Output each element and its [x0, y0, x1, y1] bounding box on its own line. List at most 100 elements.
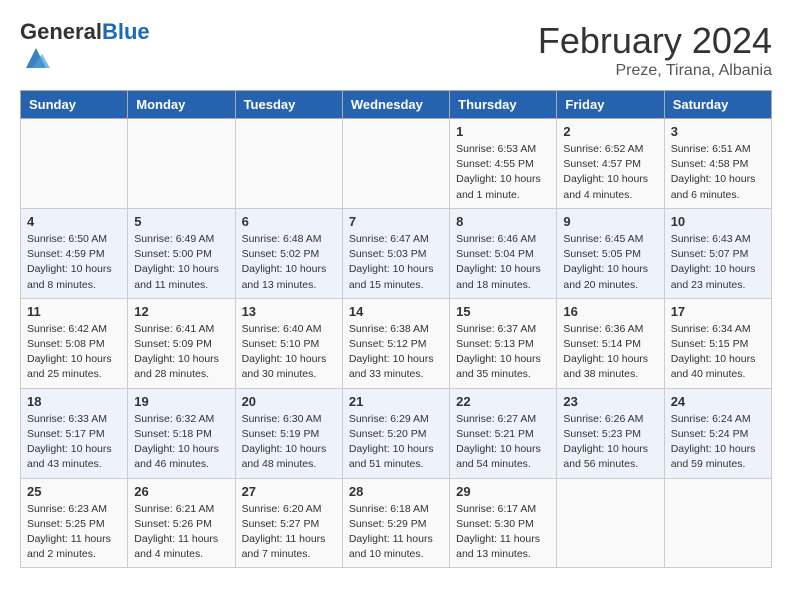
calendar-cell: 14 Sunrise: 6:38 AM Sunset: 5:12 PM Dayli… — [342, 298, 449, 388]
day-info: Sunrise: 6:32 AM Sunset: 5:18 PM Dayligh… — [134, 412, 228, 473]
day-info: Sunrise: 6:20 AM Sunset: 5:27 PM Dayligh… — [242, 502, 336, 563]
calendar-cell: 16 Sunrise: 6:36 AM Sunset: 5:14 PM Dayli… — [557, 298, 664, 388]
day-number: 26 — [134, 484, 228, 499]
calendar-cell: 9 Sunrise: 6:45 AM Sunset: 5:05 PM Daylig… — [557, 208, 664, 298]
calendar-cell: 15Sunrise: 6:37 AM Sunset: 5:13 PM Dayli… — [450, 298, 557, 388]
calendar-body: 1Sunrise: 6:53 AM Sunset: 4:55 PM Daylig… — [21, 119, 772, 568]
logo-icon — [22, 44, 50, 72]
calendar-cell: 29Sunrise: 6:17 AM Sunset: 5:30 PM Dayli… — [450, 478, 557, 568]
day-number: 23 — [563, 394, 657, 409]
calendar-table: SundayMondayTuesdayWednesdayThursdayFrid… — [20, 90, 772, 568]
calendar-week-5: 25 Sunrise: 6:23 AM Sunset: 5:25 PM Dayli… — [21, 478, 772, 568]
title-block: February 2024 Preze, Tirana, Albania — [538, 20, 772, 80]
weekday-header-tuesday: Tuesday — [235, 91, 342, 119]
calendar-cell — [21, 119, 128, 209]
calendar-header-row: SundayMondayTuesdayWednesdayThursdayFrid… — [21, 91, 772, 119]
calendar-cell: 28 Sunrise: 6:18 AM Sunset: 5:29 PM Dayli… — [342, 478, 449, 568]
day-number: 16 — [563, 304, 657, 319]
day-info: Sunrise: 6:34 AM Sunset: 5:15 PM Dayligh… — [671, 322, 765, 383]
calendar-cell: 7Sunrise: 6:47 AM Sunset: 5:03 PM Daylig… — [342, 208, 449, 298]
day-info: Sunrise: 6:24 AM Sunset: 5:24 PM Dayligh… — [671, 412, 765, 473]
day-info: Sunrise: 6:18 AM Sunset: 5:29 PM Dayligh… — [349, 502, 443, 563]
day-number: 25 — [27, 484, 121, 499]
day-info: Sunrise: 6:43 AM Sunset: 5:07 PM Dayligh… — [671, 232, 765, 293]
calendar-cell: 21Sunrise: 6:29 AM Sunset: 5:20 PM Dayli… — [342, 388, 449, 478]
day-info: Sunrise: 6:23 AM Sunset: 5:25 PM Dayligh… — [27, 502, 121, 563]
day-number: 12 — [134, 304, 228, 319]
calendar-cell — [235, 119, 342, 209]
calendar-cell: 11 Sunrise: 6:42 AM Sunset: 5:08 PM Dayli… — [21, 298, 128, 388]
calendar-cell: 12 Sunrise: 6:41 AM Sunset: 5:09 PM Dayli… — [128, 298, 235, 388]
day-number: 5 — [134, 214, 228, 229]
day-info: Sunrise: 6:40 AM Sunset: 5:10 PM Dayligh… — [242, 322, 336, 383]
day-info: Sunrise: 6:21 AM Sunset: 5:26 PM Dayligh… — [134, 502, 228, 563]
calendar-cell: 5 Sunrise: 6:49 AM Sunset: 5:00 PM Daylig… — [128, 208, 235, 298]
calendar-cell: 2 Sunrise: 6:52 AM Sunset: 4:57 PM Daylig… — [557, 119, 664, 209]
day-number: 9 — [563, 214, 657, 229]
calendar-cell: 22 Sunrise: 6:27 AM Sunset: 5:21 PM Dayli… — [450, 388, 557, 478]
calendar-cell: 24 Sunrise: 6:24 AM Sunset: 5:24 PM Dayli… — [664, 388, 771, 478]
calendar-cell: 4Sunrise: 6:50 AM Sunset: 4:59 PM Daylig… — [21, 208, 128, 298]
logo-blue: Blue — [102, 19, 150, 44]
weekday-header-monday: Monday — [128, 91, 235, 119]
day-number: 18 — [27, 394, 121, 409]
day-info: Sunrise: 6:38 AM Sunset: 5:12 PM Dayligh… — [349, 322, 443, 383]
day-info: Sunrise: 6:47 AM Sunset: 5:03 PM Dayligh… — [349, 232, 443, 293]
day-info: Sunrise: 6:27 AM Sunset: 5:21 PM Dayligh… — [456, 412, 550, 473]
calendar-cell: 3 Sunrise: 6:51 AM Sunset: 4:58 PM Daylig… — [664, 119, 771, 209]
day-number: 2 — [563, 124, 657, 139]
page-header: GeneralBlue February 2024 Preze, Tirana,… — [20, 20, 772, 80]
logo-general: General — [20, 19, 102, 44]
day-number: 27 — [242, 484, 336, 499]
day-info: Sunrise: 6:45 AM Sunset: 5:05 PM Dayligh… — [563, 232, 657, 293]
day-number: 28 — [349, 484, 443, 499]
calendar-cell: 8 Sunrise: 6:46 AM Sunset: 5:04 PM Daylig… — [450, 208, 557, 298]
calendar-cell: 19 Sunrise: 6:32 AM Sunset: 5:18 PM Dayli… — [128, 388, 235, 478]
calendar-cell: 13Sunrise: 6:40 AM Sunset: 5:10 PM Dayli… — [235, 298, 342, 388]
calendar-cell: 26 Sunrise: 6:21 AM Sunset: 5:26 PM Dayli… — [128, 478, 235, 568]
day-info: Sunrise: 6:29 AM Sunset: 5:20 PM Dayligh… — [349, 412, 443, 473]
calendar-week-3: 11 Sunrise: 6:42 AM Sunset: 5:08 PM Dayli… — [21, 298, 772, 388]
day-info: Sunrise: 6:37 AM Sunset: 5:13 PM Dayligh… — [456, 322, 550, 383]
day-info: Sunrise: 6:53 AM Sunset: 4:55 PM Dayligh… — [456, 142, 550, 203]
weekday-header-thursday: Thursday — [450, 91, 557, 119]
calendar-cell: 18Sunrise: 6:33 AM Sunset: 5:17 PM Dayli… — [21, 388, 128, 478]
calendar-cell: 1Sunrise: 6:53 AM Sunset: 4:55 PM Daylig… — [450, 119, 557, 209]
day-info: Sunrise: 6:50 AM Sunset: 4:59 PM Dayligh… — [27, 232, 121, 293]
day-info: Sunrise: 6:26 AM Sunset: 5:23 PM Dayligh… — [563, 412, 657, 473]
day-number: 3 — [671, 124, 765, 139]
day-number: 19 — [134, 394, 228, 409]
day-number: 11 — [27, 304, 121, 319]
calendar-cell: 6Sunrise: 6:48 AM Sunset: 5:02 PM Daylig… — [235, 208, 342, 298]
day-number: 22 — [456, 394, 550, 409]
calendar-cell: 23 Sunrise: 6:26 AM Sunset: 5:23 PM Dayli… — [557, 388, 664, 478]
weekday-header-saturday: Saturday — [664, 91, 771, 119]
day-info: Sunrise: 6:49 AM Sunset: 5:00 PM Dayligh… — [134, 232, 228, 293]
day-number: 29 — [456, 484, 550, 499]
logo: GeneralBlue — [20, 20, 150, 77]
day-info: Sunrise: 6:36 AM Sunset: 5:14 PM Dayligh… — [563, 322, 657, 383]
day-number: 24 — [671, 394, 765, 409]
day-info: Sunrise: 6:46 AM Sunset: 5:04 PM Dayligh… — [456, 232, 550, 293]
calendar-cell: 17 Sunrise: 6:34 AM Sunset: 5:15 PM Dayli… — [664, 298, 771, 388]
weekday-header-sunday: Sunday — [21, 91, 128, 119]
day-number: 14 — [349, 304, 443, 319]
day-info: Sunrise: 6:51 AM Sunset: 4:58 PM Dayligh… — [671, 142, 765, 203]
calendar-cell: 20Sunrise: 6:30 AM Sunset: 5:19 PM Dayli… — [235, 388, 342, 478]
calendar-cell — [342, 119, 449, 209]
day-number: 10 — [671, 214, 765, 229]
day-info: Sunrise: 6:52 AM Sunset: 4:57 PM Dayligh… — [563, 142, 657, 203]
calendar-week-2: 4Sunrise: 6:50 AM Sunset: 4:59 PM Daylig… — [21, 208, 772, 298]
calendar-week-4: 18Sunrise: 6:33 AM Sunset: 5:17 PM Dayli… — [21, 388, 772, 478]
calendar-cell — [557, 478, 664, 568]
day-number: 8 — [456, 214, 550, 229]
weekday-header-wednesday: Wednesday — [342, 91, 449, 119]
calendar-cell — [128, 119, 235, 209]
day-number: 6 — [242, 214, 336, 229]
location-subtitle: Preze, Tirana, Albania — [538, 62, 772, 80]
calendar-cell: 10 Sunrise: 6:43 AM Sunset: 5:07 PM Dayli… — [664, 208, 771, 298]
day-info: Sunrise: 6:42 AM Sunset: 5:08 PM Dayligh… — [27, 322, 121, 383]
calendar-cell: 25 Sunrise: 6:23 AM Sunset: 5:25 PM Dayli… — [21, 478, 128, 568]
day-number: 17 — [671, 304, 765, 319]
day-info: Sunrise: 6:41 AM Sunset: 5:09 PM Dayligh… — [134, 322, 228, 383]
